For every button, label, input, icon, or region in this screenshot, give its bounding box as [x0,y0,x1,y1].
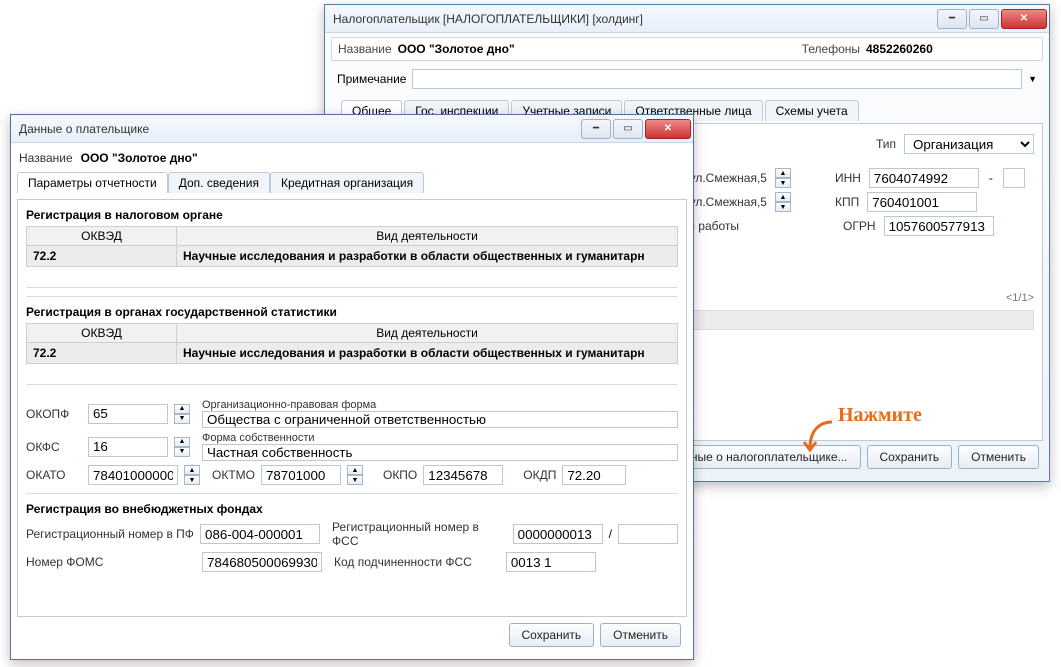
cancel-button[interactable]: Отменить [600,623,681,647]
phone-value: 4852260260 [866,42,1036,56]
funds-title: Регистрация во внебюджетных фондах [26,502,678,516]
oktmo-label: ОКТМО [212,468,255,482]
dash: - [987,171,995,185]
ogrn-label: ОГРН [843,219,876,233]
type-select[interactable]: Организация [904,134,1034,154]
titlebar[interactable]: Налогоплательщик [НАЛОГОПЛАТЕЛЬЩИКИ] [хо… [325,5,1049,33]
okopf-stepper[interactable]: ▲▼ [174,404,190,424]
okato-label: ОКАТО [26,468,82,482]
slash: / [609,527,612,541]
okopf-label: ОКОПФ [26,407,82,421]
pager: <1/1> [1006,292,1034,304]
close-button[interactable]: ✕ [1001,9,1047,29]
col-okved: ОКВЭД [27,227,177,246]
save-button[interactable]: Сохранить [509,623,595,647]
titlebar[interactable]: Данные о плательщике ━ ▭ ✕ [11,115,693,143]
okopf-input[interactable] [88,404,168,424]
okfs-label: ОКФС [26,440,82,454]
opf-label: Организационно-правовая форма [202,399,678,411]
okved-cell[interactable]: 72.2 [27,343,177,364]
okdp-input[interactable] [562,465,626,485]
podch-label: Код подчиненности ФСС [334,555,472,569]
okato-input[interactable] [88,465,178,485]
fs-input[interactable] [202,444,678,461]
note-label: Примечание [337,72,406,86]
okved-cell[interactable]: 72.2 [27,246,177,267]
activity-cell[interactable]: Научные исследования и разработки в обла… [177,246,678,267]
tax-reg-title: Регистрация в налоговом органе [26,208,678,222]
fss-label: Регистрационный номер в ФСС [332,520,507,548]
okato-stepper[interactable]: ▲▼ [184,465,200,485]
tab-report-params[interactable]: Параметры отчетности [17,172,168,193]
minimize-button[interactable]: ━ [937,9,967,29]
podch-input[interactable] [506,552,596,572]
kpp-input[interactable] [867,192,977,212]
ogrn-input[interactable] [884,216,994,236]
phone-label: Телефоны [802,42,860,56]
annotation-arrow-icon [800,418,840,458]
maximize-button[interactable]: ▭ [613,119,643,139]
addr1-stepper[interactable]: ▲▼ [775,168,791,188]
okfs-stepper[interactable]: ▲▼ [174,437,190,457]
oktmo-stepper[interactable]: ▲▼ [347,465,363,485]
stat-reg-title: Регистрация в органах государственной ст… [26,305,678,319]
minimize-button[interactable]: ━ [581,119,611,139]
addr2-stepper[interactable]: ▲▼ [775,192,791,212]
fss-suffix-input[interactable] [618,524,678,544]
name-label: Название [338,42,392,56]
opf-input[interactable] [202,411,678,428]
window-title: Данные о плательщике [19,122,579,136]
name-value: ООО "Золотое дно" [398,42,796,56]
report-params-page: Регистрация в налоговом органе ОКВЭД Вид… [17,199,687,617]
col-okved: ОКВЭД [27,324,177,343]
okfs-input[interactable] [88,437,168,457]
chevron-down-icon[interactable]: ▼ [1028,74,1037,84]
table-row: 72.2 Научные исследования и разработки в… [27,246,678,267]
okpo-label: ОКПО [383,468,417,482]
name-value: ООО "Золотое дно" [81,151,198,165]
maximize-button[interactable]: ▭ [969,9,999,29]
oktmo-input[interactable] [261,465,341,485]
tab-extra[interactable]: Доп. сведения [168,172,270,193]
col-activity: Вид деятельности [177,227,678,246]
foms-label: Номер ФОМС [26,555,196,569]
kpp-label: КПП [835,195,859,209]
foms-input[interactable] [202,552,322,572]
okdp-label: ОКДП [523,468,556,482]
fss-input[interactable] [513,524,603,544]
window-title: Налогоплательщик [НАЛОГОПЛАТЕЛЬЩИКИ] [хо… [333,12,935,26]
col-activity: Вид деятельности [177,324,678,343]
payer-data-window: Данные о плательщике ━ ▭ ✕ Название ООО … [10,114,694,660]
pf-input[interactable] [200,524,320,544]
tab-credit-org[interactable]: Кредитная организация [270,172,424,193]
okpo-input[interactable] [423,465,503,485]
stat-activity-table[interactable]: ОКВЭД Вид деятельности 72.2 Научные иссл… [26,323,678,364]
name-label: Название [19,151,73,165]
tab-schemes[interactable]: Схемы учета [765,100,859,121]
note-input[interactable] [412,69,1022,89]
inn-suffix-input[interactable] [1003,168,1025,188]
inn-input[interactable] [869,168,979,188]
cancel-button[interactable]: Отменить [958,445,1039,469]
tax-activity-table[interactable]: ОКВЭД Вид деятельности 72.2 Научные иссл… [26,226,678,267]
save-button[interactable]: Сохранить [867,445,953,469]
activity-cell[interactable]: Научные исследования и разработки в обла… [177,343,678,364]
type-label: Тип [876,137,896,151]
annotation-label: Нажмите [838,404,922,427]
close-button[interactable]: ✕ [645,119,691,139]
pf-label: Регистрационный номер в ПФ [26,527,194,541]
table-row: 72.2 Научные исследования и разработки в… [27,343,678,364]
inn-label: ИНН [835,171,861,185]
fs-label: Форма собственности [202,432,678,444]
